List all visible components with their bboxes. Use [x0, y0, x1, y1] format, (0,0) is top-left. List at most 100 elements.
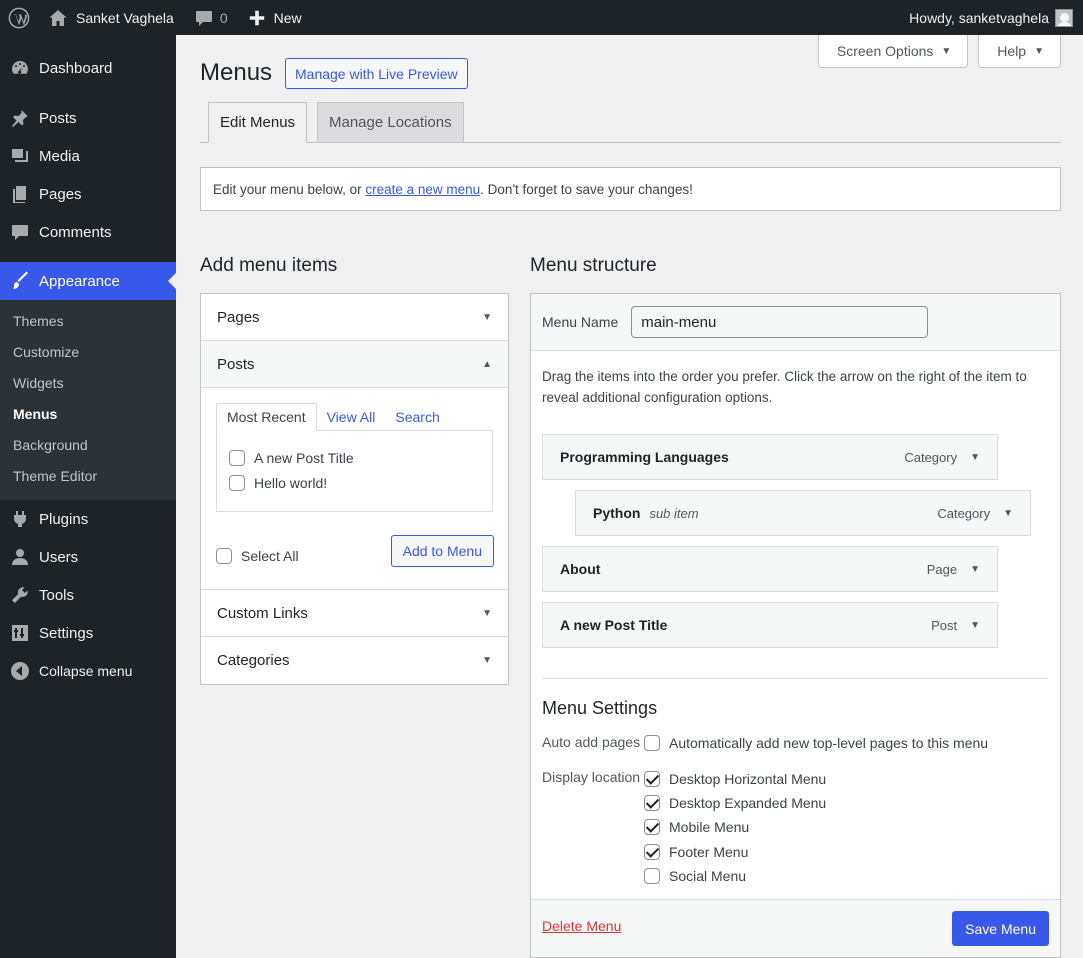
subtab-view-all[interactable]: View All [317, 403, 386, 431]
account-menu[interactable]: Howdy, sanketvaghela [899, 0, 1083, 35]
location-option[interactable]: Desktop Horizontal Menu [644, 769, 826, 789]
sidebar-label: Dashboard [39, 59, 113, 77]
collapse-icon [11, 662, 29, 680]
select-all-option[interactable]: Select All [216, 543, 299, 568]
location-checkbox[interactable] [644, 844, 660, 860]
menu-item[interactable]: Programming Languages Category ▼ [542, 434, 998, 480]
sidebar-item-posts[interactable]: Posts [0, 99, 176, 137]
accordion-posts[interactable]: Posts ▲ [201, 341, 508, 388]
caret-down-icon[interactable]: ▼ [970, 452, 980, 463]
menu-item-type: Post [931, 617, 958, 633]
submenu-item-background[interactable]: Background [0, 430, 176, 461]
comments-link[interactable]: 0 [184, 0, 238, 35]
page-title: Menus [200, 59, 273, 86]
auto-add-option[interactable]: Automatically add new top-level pages to… [644, 733, 988, 753]
sidebar-label: Comments [39, 223, 112, 241]
tab-edit-menus[interactable]: Edit Menus [208, 102, 308, 143]
live-preview-button[interactable]: Manage with Live Preview [285, 58, 468, 89]
sidebar-item-pages[interactable]: Pages [0, 175, 176, 213]
post-checkbox[interactable] [229, 449, 245, 466]
sidebar-item-appearance[interactable]: Appearance [0, 262, 176, 300]
post-label: A new Post Title [254, 449, 354, 466]
sidebar-label: Tools [39, 586, 75, 604]
location-option[interactable]: Footer Menu [644, 842, 748, 862]
caret-down-icon[interactable]: ▼ [970, 620, 980, 631]
submenu-item-themes[interactable]: Themes [0, 306, 176, 337]
greeting: Howdy, sanketvaghela [909, 9, 1049, 26]
location-option[interactable]: Social Menu [644, 866, 746, 886]
sidebar-label: Posts [39, 109, 77, 127]
avatar [1055, 8, 1073, 27]
most-recent-panel: A new Post Title Hello world! [216, 430, 493, 512]
sidebar-item-settings[interactable]: Settings [0, 614, 176, 652]
location-label: Social Menu [669, 868, 747, 884]
sidebar-item-media[interactable]: Media [0, 137, 176, 175]
create-new-menu-link[interactable]: create a new menu [365, 182, 480, 197]
sidebar-item-comments[interactable]: Comments [0, 213, 176, 251]
home-icon [49, 9, 67, 26]
location-label: Mobile Menu [669, 819, 750, 835]
caret-down-icon: ▼ [482, 311, 492, 323]
collapse-menu-button[interactable]: Collapse menu [0, 652, 176, 690]
accordion-pages[interactable]: Pages ▼ [201, 294, 508, 341]
menu-item[interactable]: About Page ▼ [542, 546, 998, 592]
sidebar-item-users[interactable]: Users [0, 538, 176, 576]
accordion-categories[interactable]: Categories ▼ [201, 637, 508, 684]
location-checkbox[interactable] [644, 771, 660, 787]
site-name-link[interactable]: Sanket Vaghela [38, 0, 184, 35]
menu-name-input[interactable]: main-menu [631, 306, 929, 338]
screen-options-label: Screen Options [836, 43, 934, 59]
sidebar-item-plugins[interactable]: Plugins [0, 500, 176, 538]
help-button[interactable]: Help ▼ [978, 35, 1061, 68]
add-items-accordion: Pages ▼ Posts ▲ Most Recent View All Sea… [200, 293, 509, 685]
caret-down-icon[interactable]: ▼ [1003, 508, 1013, 519]
menu-item-title: A new Post Title [560, 617, 668, 633]
caret-down-icon: ▼ [482, 655, 492, 666]
accordion-label: Posts [217, 355, 255, 373]
tab-manage-locations[interactable]: Manage Locations [317, 102, 464, 143]
accordion-custom-links[interactable]: Custom Links ▼ [201, 590, 508, 637]
delete-menu-link[interactable]: Delete Menu [542, 918, 621, 934]
submenu-item-theme-editor[interactable]: Theme Editor [0, 461, 176, 492]
location-option[interactable]: Desktop Expanded Menu [644, 793, 826, 813]
help-label: Help [997, 43, 1027, 59]
submenu-item-menus[interactable]: Menus [0, 399, 176, 430]
menu-footer: Delete Menu Save Menu [531, 899, 1060, 957]
sidebar-label: Appearance [39, 272, 120, 290]
accordion-label: Pages [217, 308, 260, 326]
select-all-checkbox[interactable] [216, 547, 232, 564]
screen-options-button[interactable]: Screen Options ▼ [817, 35, 969, 68]
sidebar-label: Media [39, 147, 80, 165]
menu-item[interactable]: Python sub item Category ▼ [575, 490, 1031, 536]
submenu-item-widgets[interactable]: Widgets [0, 368, 176, 399]
submenu-item-customize[interactable]: Customize [0, 337, 176, 368]
sidebar-label: Users [39, 548, 79, 566]
location-checkbox[interactable] [644, 795, 660, 811]
location-checkbox[interactable] [644, 868, 660, 884]
sidebar-item-dashboard[interactable]: Dashboard [0, 49, 176, 87]
display-location-label: Display location [542, 769, 641, 785]
menu-item[interactable]: A new Post Title Post ▼ [542, 602, 998, 648]
post-option[interactable]: Hello world! [229, 470, 480, 495]
location-option[interactable]: Mobile Menu [644, 817, 749, 837]
add-to-menu-button[interactable]: Add to Menu [390, 535, 494, 567]
wordpress-logo-icon[interactable] [0, 0, 38, 35]
auto-add-text: Automatically add new top-level pages to… [669, 735, 989, 751]
post-checkbox[interactable] [229, 474, 245, 491]
menu-item-title: Programming Languages [560, 449, 729, 465]
new-content-link[interactable]: New [238, 0, 312, 35]
sliders-icon [12, 625, 28, 641]
location-label: Desktop Horizontal Menu [669, 771, 827, 787]
location-checkbox[interactable] [644, 819, 660, 835]
sidebar-label: Plugins [39, 510, 89, 528]
subtab-search[interactable]: Search [385, 403, 449, 431]
menu-name-row: Menu Name main-menu [531, 294, 1060, 351]
auto-add-checkbox[interactable] [644, 735, 660, 751]
sidebar-item-tools[interactable]: Tools [0, 576, 176, 614]
posts-panel: Most Recent View All Search A new Post T… [201, 388, 508, 590]
subtab-most-recent[interactable]: Most Recent [216, 403, 317, 431]
caret-down-icon[interactable]: ▼ [970, 564, 980, 575]
save-menu-button[interactable]: Save Menu [952, 911, 1049, 946]
post-option[interactable]: A new Post Title [229, 445, 480, 470]
notice-text-after: . Don't forget to save your changes! [480, 181, 693, 197]
